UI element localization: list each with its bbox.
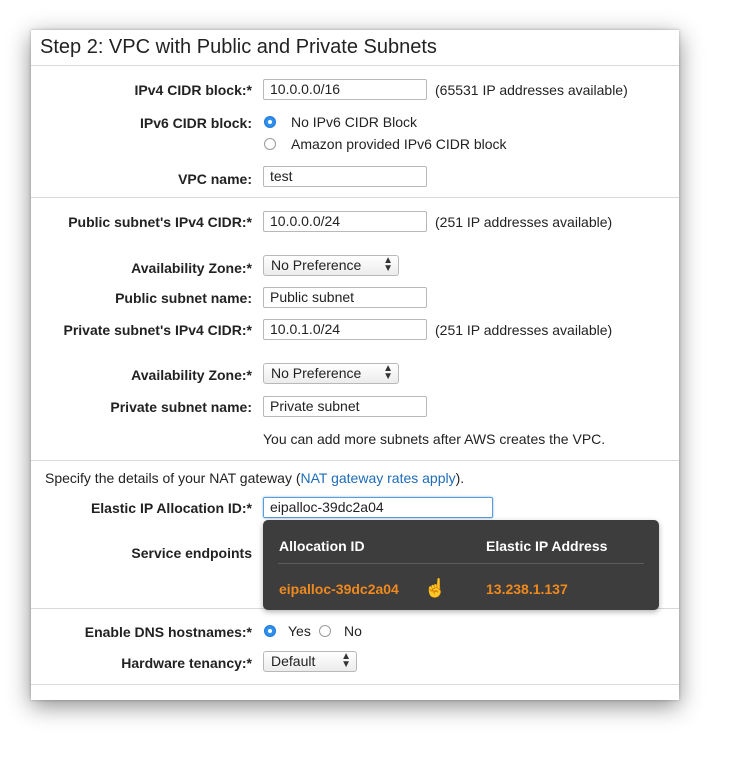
vpc-name-input[interactable]: test: [263, 166, 427, 187]
vpc-wizard-panel: Step 2: VPC with Public and Private Subn…: [31, 30, 679, 700]
ipv6-none-label: No IPv6 CIDR Block: [291, 114, 418, 130]
dns-no-radio[interactable]: [319, 625, 331, 637]
divider: [31, 65, 679, 66]
eip-label: Elastic IP Allocation ID:*: [90, 500, 252, 516]
dns-yes-label: Yes: [288, 623, 311, 639]
eip-option-allocation-id[interactable]: eipalloc-39dc2a04: [279, 581, 399, 597]
dns-yes-radio[interactable]: [264, 625, 276, 637]
up-down-arrows-icon: ▲ ▼: [383, 363, 393, 382]
private-cidr-note: (251 IP addresses available): [435, 322, 613, 338]
ipv6-amazon-label: Amazon provided IPv6 CIDR block: [291, 136, 507, 152]
eip-option-address[interactable]: 13.238.1.137: [486, 581, 568, 597]
nat-prefix: Specify the details of your NAT gateway …: [45, 470, 301, 486]
tenancy-label: Hardware tenancy:*: [121, 655, 252, 671]
private-az-select[interactable]: No Preference ▲ ▼: [263, 363, 399, 384]
private-az-value: No Preference: [271, 365, 362, 381]
nat-gateway-text: Specify the details of your NAT gateway …: [45, 470, 464, 486]
ipv6-none-radio[interactable]: [264, 116, 276, 128]
eip-dropdown: Allocation ID Elastic IP Address eipallo…: [263, 520, 659, 610]
dns-hostnames-label: Enable DNS hostnames:*: [84, 624, 252, 640]
private-name-label: Private subnet name:: [110, 399, 252, 415]
nat-suffix: ).: [455, 470, 465, 486]
private-cidr-input[interactable]: 10.0.1.0/24: [263, 319, 427, 340]
divider: [31, 460, 679, 461]
up-down-arrows-icon: ▲ ▼: [383, 255, 393, 274]
divider: [278, 563, 644, 564]
public-cidr-input[interactable]: 10.0.0.0/24: [263, 211, 427, 232]
hand-pointer-icon: ☝: [424, 578, 447, 598]
eip-input[interactable]: eipalloc-39dc2a04: [263, 497, 493, 518]
private-cidr-label: Private subnet's IPv4 CIDR:*: [63, 322, 252, 338]
tenancy-select[interactable]: Default ▲ ▼: [263, 651, 357, 672]
ipv6-cidr-label: IPv6 CIDR block:: [139, 115, 252, 131]
vpc-name-label: VPC name:: [178, 171, 252, 187]
ipv4-cidr-input[interactable]: 10.0.0.0/16: [263, 79, 427, 100]
private-az-label: Availability Zone:*: [131, 367, 252, 383]
public-name-label: Public subnet name:: [115, 290, 252, 306]
nat-rates-link[interactable]: NAT gateway rates apply: [301, 470, 456, 486]
up-down-arrows-icon: ▲ ▼: [341, 651, 351, 670]
public-az-label: Availability Zone:*: [131, 260, 252, 276]
ipv4-cidr-note: (65531 IP addresses available): [435, 82, 628, 98]
divider: [31, 197, 679, 198]
public-cidr-note: (251 IP addresses available): [435, 214, 613, 230]
divider: [31, 684, 679, 685]
ipv6-amazon-radio[interactable]: [264, 138, 276, 150]
public-az-select[interactable]: No Preference ▲ ▼: [263, 255, 399, 276]
page-title: Step 2: VPC with Public and Private Subn…: [40, 36, 437, 58]
private-name-input[interactable]: Private subnet: [263, 396, 427, 417]
public-az-value: No Preference: [271, 257, 362, 273]
subnet-note: You can add more subnets after AWS creat…: [263, 431, 606, 447]
allocation-id-header: Allocation ID: [279, 538, 365, 554]
ipv4-cidr-label: IPv4 CIDR block:*: [134, 82, 252, 98]
elastic-ip-header: Elastic IP Address: [486, 538, 608, 554]
service-endpoints-label: Service endpoints: [131, 545, 252, 561]
tenancy-value: Default: [271, 653, 316, 669]
dns-no-label: No: [344, 623, 362, 639]
public-name-input[interactable]: Public subnet: [263, 287, 427, 308]
public-cidr-label: Public subnet's IPv4 CIDR:*: [68, 214, 252, 230]
